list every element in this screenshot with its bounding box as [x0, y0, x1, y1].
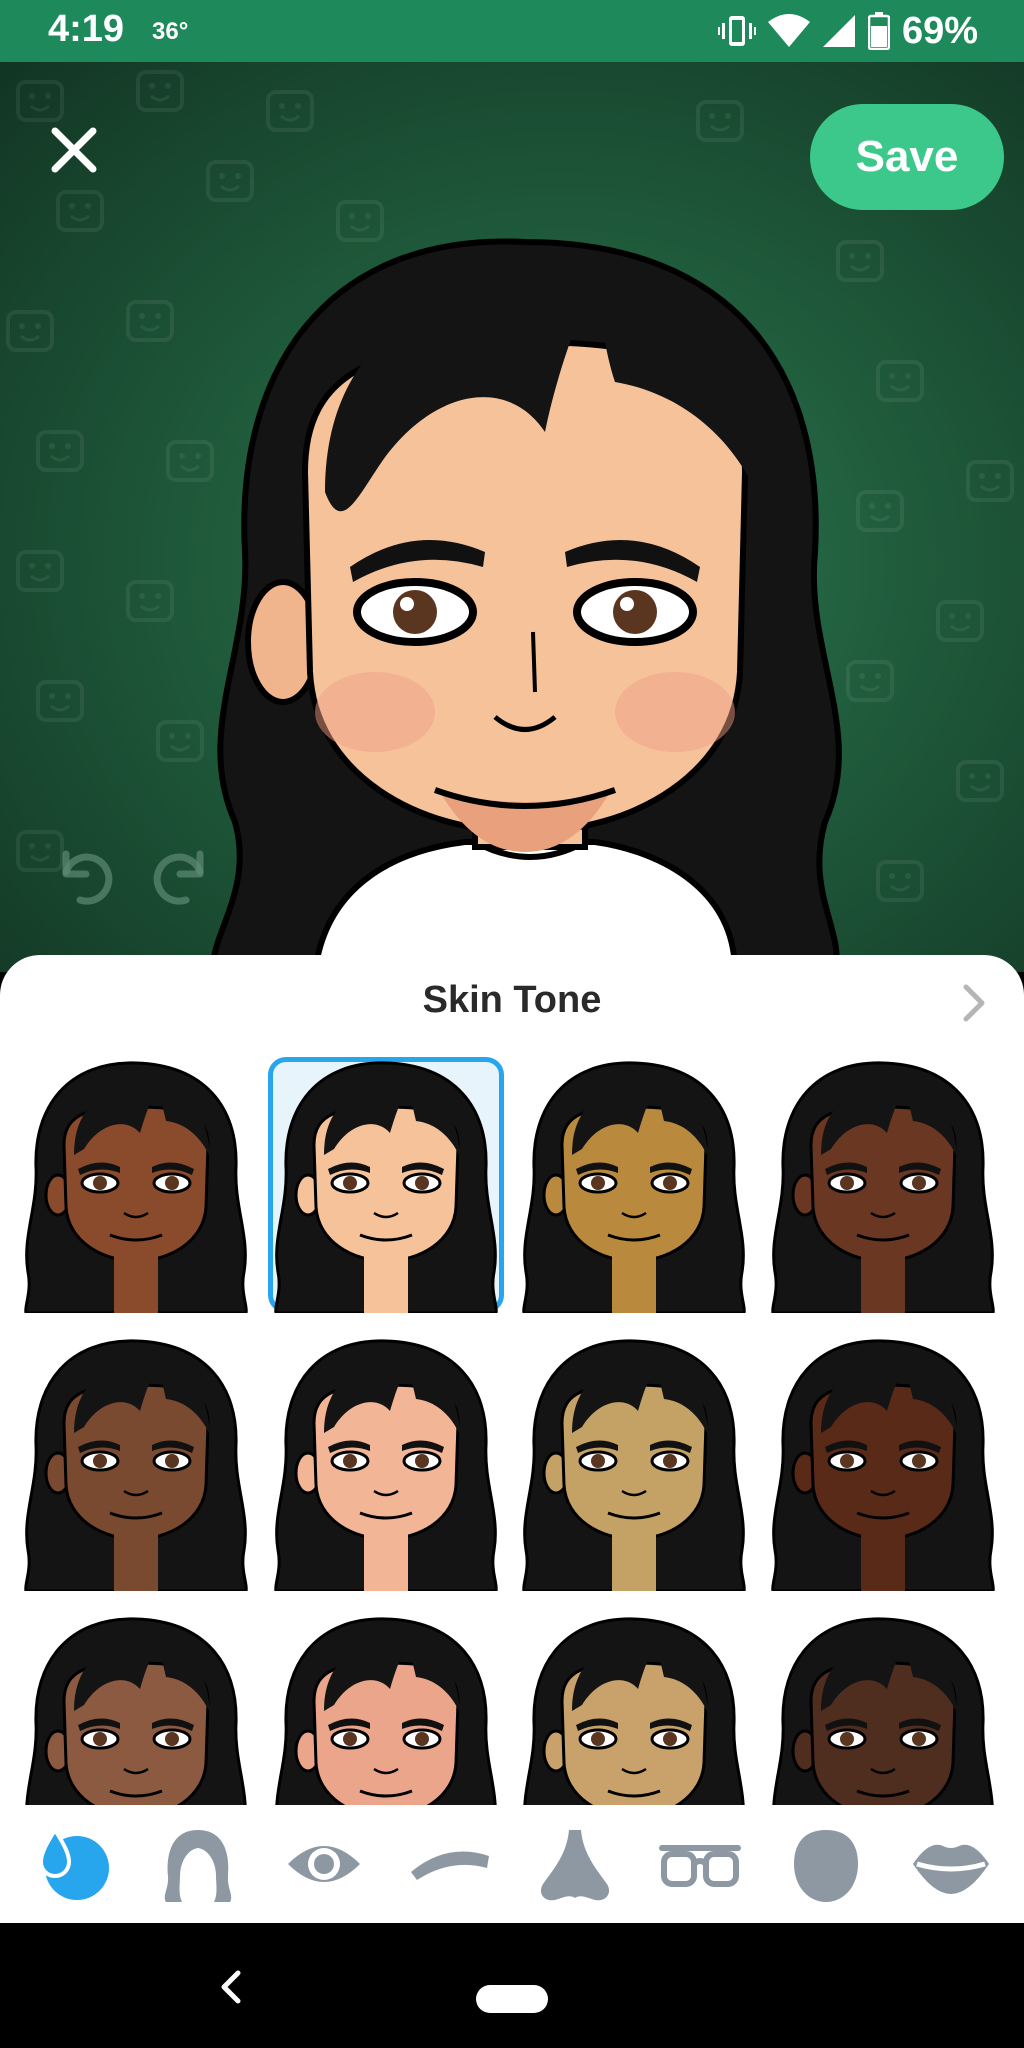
status-temperature: 36° [152, 18, 189, 45]
skin-tone-option[interactable] [516, 1613, 752, 1807]
eye-icon [287, 1846, 360, 1882]
close-button[interactable] [42, 118, 106, 182]
skin-tone-option[interactable] [765, 1613, 1001, 1807]
eyebrow-icon [411, 1851, 490, 1880]
nav-back-button[interactable] [206, 1959, 256, 2015]
status-time: 4:19 [48, 8, 125, 50]
lips-icon [913, 1844, 990, 1894]
nose-icon [540, 1830, 609, 1901]
category-eyebrows[interactable] [401, 1816, 497, 1912]
skin-tone-option[interactable] [268, 1613, 504, 1807]
avatar-thumbnail [771, 1061, 995, 1313]
skin-tone-option[interactable] [765, 1335, 1001, 1591]
cell-signal-icon [822, 15, 855, 47]
skin-tone-option[interactable] [18, 1613, 254, 1807]
save-button[interactable]: Save [810, 104, 1004, 210]
glasses-icon [659, 1845, 742, 1887]
avatar-thumbnail [274, 1339, 498, 1591]
skin-tone-option[interactable] [268, 1335, 504, 1591]
category-head-shape[interactable] [778, 1816, 874, 1912]
undo-button[interactable] [50, 840, 116, 906]
system-nav-bar [0, 1923, 1024, 2048]
avatar-thumbnail [523, 1617, 745, 1807]
avatar-preview-area: Save [0, 62, 1024, 972]
category-glasses[interactable] [652, 1816, 748, 1912]
redo-icon [153, 850, 204, 905]
avatar-thumbnail [771, 1339, 995, 1591]
skin-tone-option[interactable] [516, 1335, 752, 1591]
avatar-thumbnail [25, 1617, 247, 1807]
avatar-thumbnail [522, 1061, 746, 1313]
status-bar: 4:19 36° 69% [0, 0, 1024, 62]
battery-icon [867, 12, 890, 50]
skin-tone-option[interactable] [18, 1057, 254, 1313]
back-chevron-icon [221, 1970, 241, 2004]
skin-tone-icon [38, 1826, 109, 1900]
category-bar [0, 1805, 1024, 1923]
avatar-thumbnail [772, 1617, 994, 1807]
category-nose[interactable] [527, 1816, 623, 1912]
panel-title: Skin Tone [422, 979, 602, 1021]
battery-percent: 69% [901, 9, 978, 52]
nav-home-button[interactable] [476, 1985, 548, 2013]
avatar-thumbnail [274, 1061, 498, 1313]
skin-tone-option[interactable] [765, 1057, 1001, 1313]
category-lips[interactable] [903, 1816, 999, 1912]
avatar-thumbnail [275, 1617, 497, 1807]
head-shape-icon [793, 1830, 858, 1902]
avatar-preview [210, 238, 842, 972]
wifi-icon [767, 14, 810, 47]
vibrate-icon [717, 16, 756, 46]
hair-icon [165, 1830, 232, 1902]
chevron-right-icon [963, 984, 985, 1022]
undo-icon [62, 850, 113, 905]
skin-tone-panel: Skin Tone [0, 955, 1024, 1923]
skin-tone-option[interactable] [18, 1335, 254, 1591]
next-category-button[interactable] [956, 981, 992, 1025]
skin-tone-option[interactable] [268, 1057, 504, 1313]
skin-tone-option[interactable] [516, 1057, 752, 1313]
avatar-thumbnail [24, 1061, 248, 1313]
close-icon [51, 127, 97, 173]
avatar-thumbnail [522, 1339, 746, 1591]
skin-tone-grid [18, 1057, 1006, 1807]
status-indicators: 69% [717, 9, 978, 52]
redo-button[interactable] [150, 840, 216, 906]
category-eyes[interactable] [276, 1816, 372, 1912]
category-skin-tone[interactable] [25, 1816, 121, 1912]
category-hair[interactable] [150, 1816, 246, 1912]
avatar-thumbnail [24, 1339, 248, 1591]
